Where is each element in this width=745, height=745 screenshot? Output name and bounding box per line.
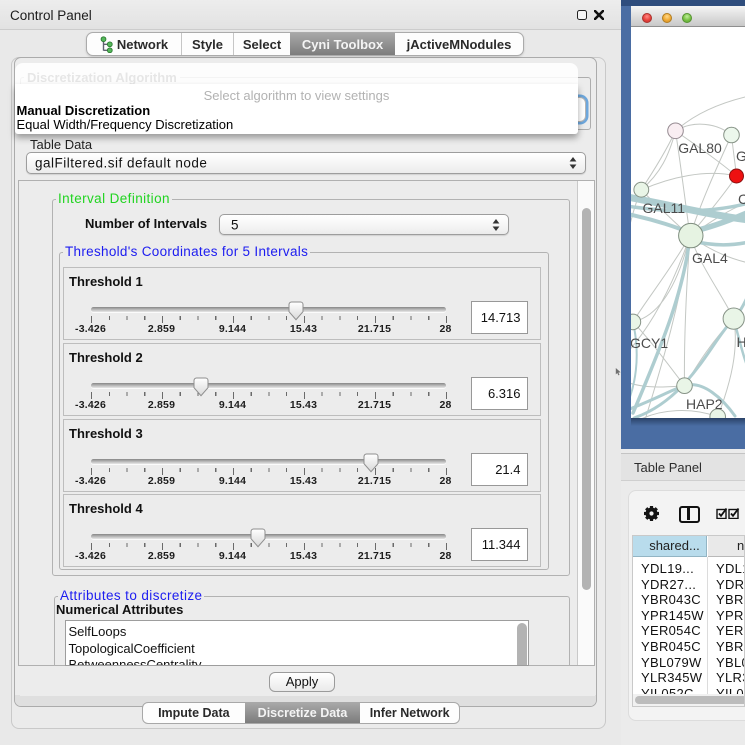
svg-text:GAL80: GAL80 <box>678 140 722 156</box>
svg-text:C: C <box>738 191 745 207</box>
svg-text:GA: GA <box>736 148 745 164</box>
svg-text:GAL4: GAL4 <box>692 250 728 266</box>
svg-text:GAL11: GAL11 <box>643 200 686 216</box>
svg-text:H: H <box>737 334 745 350</box>
svg-text:GCY1: GCY1 <box>631 335 668 351</box>
svg-text:HAP2: HAP2 <box>686 396 723 412</box>
